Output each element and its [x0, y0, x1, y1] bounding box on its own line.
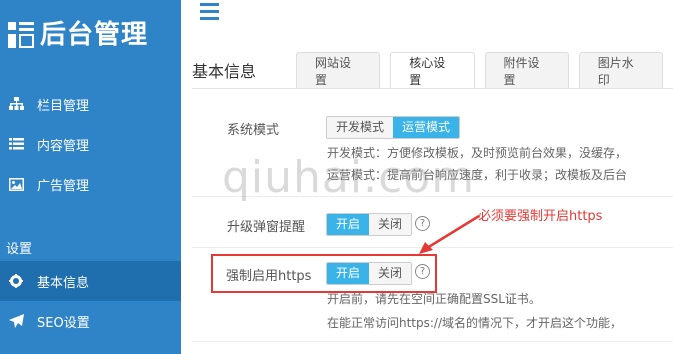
top-bar: [181, 0, 673, 40]
tab-bar: 网站设置 核心设置 附件设置 图片水印: [296, 52, 673, 88]
tab-image-watermark[interactable]: 图片水印: [578, 52, 663, 88]
sidebar-item-label: SEO设置: [37, 315, 90, 331]
sidebar: 后台管理 栏目管理 内容管理 广告管理 设置 基本信息 SEO设置: [0, 0, 181, 354]
page-title: 基本信息: [192, 62, 257, 81]
sidebar-group-settings: 设置: [6, 242, 33, 257]
list-icon: [8, 136, 24, 152]
sidebar-item-ad-management[interactable]: 广告管理: [0, 164, 181, 204]
watermark: qiuhai.com: [222, 152, 476, 203]
force-https-desc-line-2: 在能正常访问https://域名的情况下，才开启这个功能，: [327, 316, 623, 330]
upgrade-popup-label: 升级弹窗提醒: [227, 220, 306, 235]
image-icon: [8, 176, 24, 192]
system-mode-toggle: 开发模式 运营模式: [326, 116, 461, 139]
logo: 后台管理: [8, 18, 148, 52]
ops-mode-button[interactable]: 运营模式: [393, 117, 460, 138]
sidebar-item-basic-info[interactable]: 基本信息: [0, 261, 181, 301]
upgrade-popup-toggle: 开启 关闭: [326, 213, 413, 236]
tab-core-settings[interactable]: 核心设置: [390, 52, 475, 88]
system-mode-label: 系统模式: [227, 123, 280, 138]
row-divider: [192, 341, 673, 342]
highlight-box: [211, 254, 437, 293]
sidebar-item-label: 基本信息: [37, 275, 90, 291]
sidebar-item-label: 内容管理: [37, 138, 90, 154]
sitemap-icon: [8, 96, 24, 112]
sidebar-item-seo-settings[interactable]: SEO设置: [0, 301, 181, 341]
annotation-arrow-icon: [419, 214, 480, 254]
gear-icon: [8, 273, 24, 289]
menu-toggle-icon[interactable]: [200, 3, 219, 24]
sidebar-item-label: 栏目管理: [37, 98, 90, 114]
upgrade-popup-off-button[interactable]: 关闭: [369, 214, 412, 235]
sidebar-item-content-management[interactable]: 内容管理: [0, 124, 181, 164]
logo-text: 后台管理: [40, 20, 149, 50]
annotation-text: 必须要强制开启https: [478, 209, 603, 224]
tab-attachment-settings[interactable]: 附件设置: [484, 52, 569, 88]
sidebar-item-column-management[interactable]: 栏目管理: [0, 84, 181, 124]
tabs-divider: [192, 88, 673, 89]
tab-website-settings[interactable]: 网站设置: [296, 52, 381, 88]
upgrade-popup-on-button[interactable]: 开启: [327, 214, 370, 235]
dev-mode-button[interactable]: 开发模式: [327, 117, 394, 138]
logo-mark-icon: [8, 20, 36, 50]
sidebar-item-label: 广告管理: [37, 178, 90, 194]
paper-plane-icon: [8, 313, 24, 329]
